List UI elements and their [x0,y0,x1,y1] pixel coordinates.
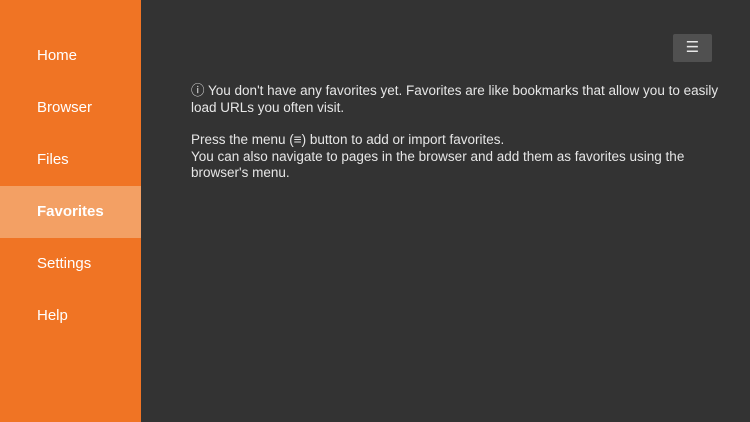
favorites-panel: ☰ ⓘ You don't have any favorites yet. Fa… [141,0,750,422]
empty-favorites-message: ⓘ You don't have any favorites yet. Favo… [191,83,731,182]
sidebar-item-label: Files [37,151,69,168]
sidebar-item-browser[interactable]: Browser [0,82,141,134]
sidebar-item-label: Help [37,307,68,324]
sidebar-item-label: Favorites [37,203,104,220]
sidebar: Home Browser Files Favorites Settings He… [0,0,141,422]
sidebar-item-label: Settings [37,255,92,272]
sidebar-item-files[interactable]: Files [0,134,141,186]
sidebar-list: Home Browser Files Favorites Settings He… [0,30,141,342]
sidebar-item-home[interactable]: Home [0,30,141,82]
sidebar-item-label: Home [37,47,78,64]
menu-button[interactable]: ☰ [673,34,712,62]
app-window: Home Browser Files Favorites Settings He… [0,0,750,422]
sidebar-item-help[interactable]: Help [0,290,141,342]
instruction-text-navigate: You can also navigate to pages in the br… [191,148,685,181]
sidebar-item-settings[interactable]: Settings [0,238,141,290]
hamburger-menu-icon: ☰ [685,39,700,56]
sidebar-item-label: Browser [37,99,93,116]
instruction-text-add: Press the menu (≡) button to add or impo… [191,132,505,147]
empty-state-text: ⓘ You don't have any favorites yet. Favo… [191,83,719,115]
sidebar-item-favorites[interactable]: Favorites [0,186,141,238]
